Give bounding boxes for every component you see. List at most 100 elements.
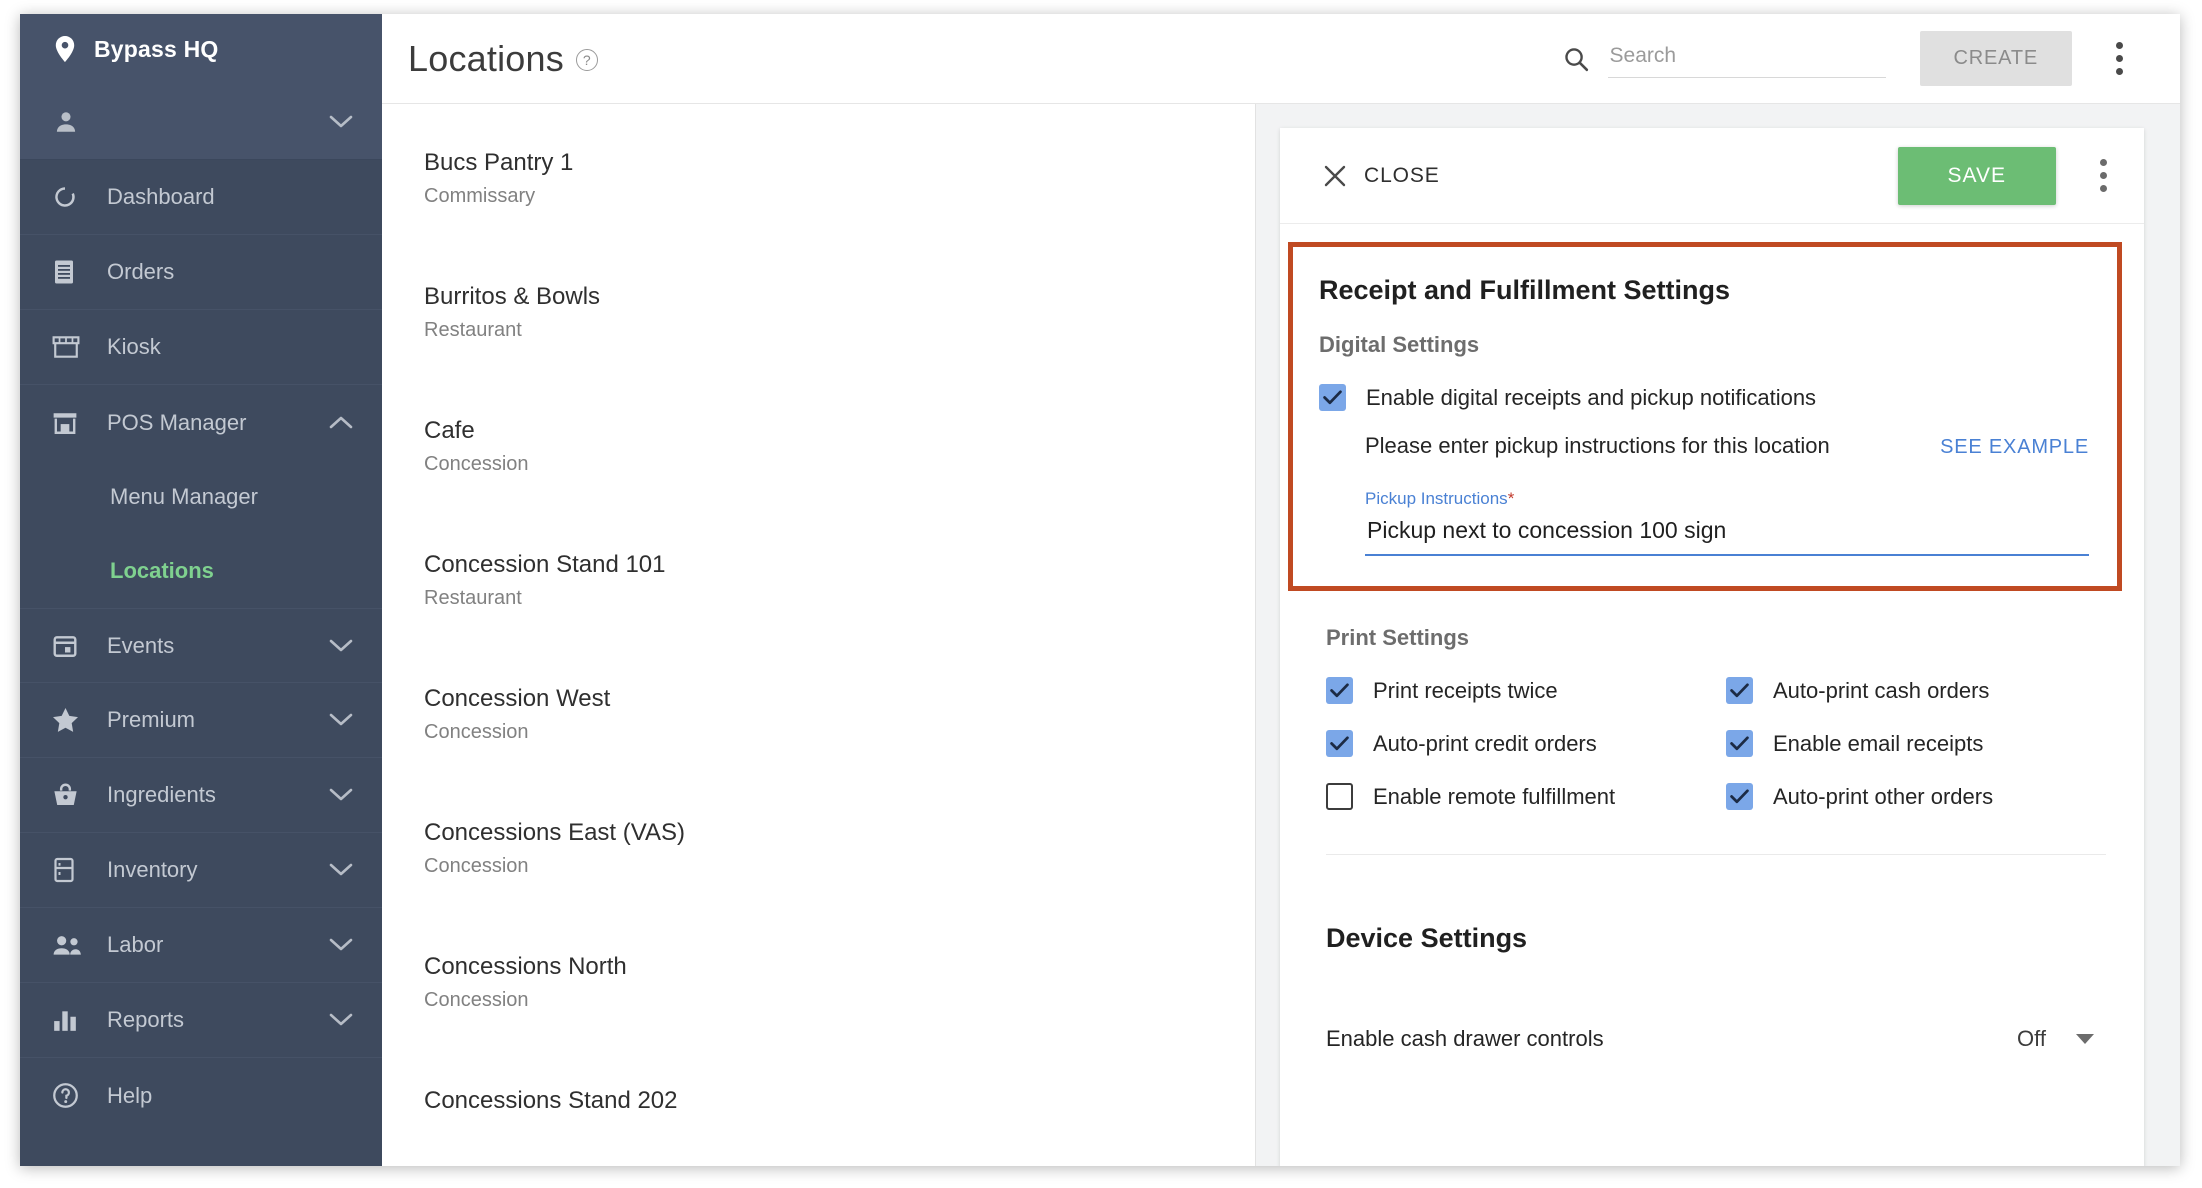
auto-print-credit-orders-row[interactable]: Auto-print credit orders (1326, 730, 1726, 757)
sidebar-item-label: Kiosk (107, 334, 161, 359)
pickup-instructions-field-label: Pickup Instructions (1365, 489, 1508, 508)
auto-print-other-orders-row[interactable]: Auto-print other orders (1726, 783, 2106, 810)
print-option-label: Auto-print other orders (1773, 783, 1994, 809)
sidebar-item-inventory[interactable]: Inventory (20, 833, 382, 908)
chevron-down-icon[interactable] (328, 707, 354, 733)
print-option-label: Enable email receipts (1773, 730, 1984, 756)
user-account-row[interactable] (20, 84, 382, 160)
sidebar-subitem-label: Menu Manager (110, 484, 258, 509)
page-title-text: Locations (408, 37, 564, 79)
chevron-up-icon[interactable] (328, 410, 354, 436)
list-item[interactable]: Concession Stand 101 Restaurant (424, 506, 1255, 640)
list-item[interactable]: Bucs Pantry 1 Commissary (424, 104, 1255, 238)
sidebar-item-label: Reports (107, 1007, 185, 1032)
sidebar-subitem-locations[interactable]: Locations (20, 534, 382, 608)
sidebar-item-label: POS Manager (107, 409, 247, 435)
auto-print-cash-orders-row[interactable]: Auto-print cash orders (1726, 677, 2106, 704)
sidebar-item-orders[interactable]: Orders (20, 235, 382, 310)
sidebar-item-pos-manager[interactable]: POS Manager (20, 385, 382, 460)
enable-email-receipts-checkbox[interactable] (1726, 730, 1753, 757)
bar-chart-icon (52, 1008, 82, 1032)
basket-icon (52, 783, 82, 807)
print-option-label: Enable remote fulfillment (1373, 783, 1616, 809)
kebab-menu-icon[interactable] (2102, 38, 2136, 80)
required-asterisk: * (1507, 489, 1515, 508)
list-item[interactable]: Concessions North Concession (424, 908, 1255, 1042)
sidebar-item-labor[interactable]: Labor (20, 908, 382, 983)
location-name: Concessions East (VAS) (424, 819, 685, 846)
kebab-menu-icon[interactable] (2086, 155, 2120, 197)
sidebar-item-reports[interactable]: Reports (20, 983, 382, 1058)
print-option-label: Auto-print credit orders (1373, 730, 1597, 756)
enable-digital-receipts-label: Enable digital receipts and pickup notif… (1366, 384, 1817, 410)
sidebar-item-dashboard[interactable]: Dashboard (20, 160, 382, 235)
close-button[interactable]: CLOSE (1318, 157, 1444, 195)
print-settings-grid: Print receipts twice Auto-print cash ord… (1326, 677, 2106, 810)
list-item[interactable]: Burritos & Bowls Restaurant (424, 238, 1255, 372)
enable-remote-fulfillment-row[interactable]: Enable remote fulfillment (1326, 783, 1726, 810)
body-area: Bucs Pantry 1 Commissary Burritos & Bowl… (382, 104, 2180, 1166)
sidebar-subitem-menu-manager[interactable]: Menu Manager (20, 460, 382, 534)
chevron-down-icon[interactable] (328, 932, 354, 958)
star-icon (52, 707, 82, 733)
list-item[interactable]: Concessions East (VAS) Concession (424, 774, 1255, 908)
sidebar: Bypass HQ Dashboard Orders Kiosk POS Man… (20, 14, 382, 1166)
app-window: Bypass HQ Dashboard Orders Kiosk POS Man… (20, 14, 2180, 1166)
see-example-link[interactable]: SEE EXAMPLE (1940, 436, 2089, 459)
close-x-icon (1322, 163, 1348, 189)
chevron-down-icon[interactable] (328, 109, 354, 135)
topbar: Locations? CREATE (382, 14, 2180, 104)
location-name: Cafe (424, 417, 475, 444)
inventory-icon (52, 857, 82, 883)
chevron-down-icon[interactable] (328, 633, 354, 659)
main-area: Locations? CREATE Bucs Pantry 1 Commissa… (382, 14, 2180, 1166)
list-item[interactable]: Concession West Concession (424, 640, 1255, 774)
orders-icon (52, 259, 82, 285)
search-input[interactable] (1607, 39, 1886, 78)
sidebar-item-ingredients[interactable]: Ingredients (20, 758, 382, 833)
sidebar-item-help[interactable]: Help (20, 1058, 382, 1133)
sidebar-item-premium[interactable]: Premium (20, 683, 382, 758)
chevron-down-icon[interactable] (328, 782, 354, 808)
sidebar-nav: Dashboard Orders Kiosk POS Manager Menu … (20, 160, 382, 1166)
location-type: Concession (424, 989, 529, 1011)
sidebar-item-kiosk[interactable]: Kiosk (20, 310, 382, 385)
print-settings-section: Print Settings Print receipts twice Auto… (1280, 591, 2144, 855)
enable-email-receipts-row[interactable]: Enable email receipts (1726, 730, 2106, 757)
sidebar-item-label: Ingredients (107, 782, 216, 807)
detail-panel: CLOSE SAVE Receipt and Fulfillment Setti… (1256, 104, 2180, 1166)
enable-remote-fulfillment-checkbox[interactable] (1326, 783, 1353, 810)
list-item[interactable]: Cafe Concession (424, 372, 1255, 506)
device-settings-section: Device Settings Enable cash drawer contr… (1280, 855, 2144, 1052)
chevron-down-icon[interactable] (2076, 1034, 2094, 1044)
cash-drawer-label: Enable cash drawer controls (1326, 1026, 1604, 1051)
chevron-down-icon[interactable] (328, 1007, 354, 1033)
enable-digital-receipts-row[interactable]: Enable digital receipts and pickup notif… (1319, 384, 2089, 411)
question-mark-icon[interactable]: ? (575, 48, 598, 71)
search-icon[interactable] (1562, 45, 1590, 73)
cash-drawer-row: Enable cash drawer controls Off (1326, 1026, 2094, 1052)
people-icon (52, 934, 82, 956)
pickup-instructions-input[interactable] (1365, 509, 2089, 556)
chevron-down-icon[interactable] (328, 857, 354, 883)
auto-print-credit-orders-checkbox[interactable] (1326, 730, 1353, 757)
sidebar-item-events[interactable]: Events (20, 608, 382, 683)
create-button[interactable]: CREATE (1919, 31, 2072, 86)
page-title: Locations? (408, 38, 598, 80)
save-button[interactable]: SAVE (1897, 146, 2056, 205)
cash-drawer-value[interactable]: Off (2017, 1026, 2046, 1052)
dashboard-icon (52, 184, 82, 210)
location-type: Restaurant (424, 587, 522, 609)
receipt-section-title: Receipt and Fulfillment Settings (1319, 275, 1731, 305)
list-item[interactable]: Concessions Stand 202 (424, 1042, 1255, 1166)
detail-card: CLOSE SAVE Receipt and Fulfillment Setti… (1280, 128, 2144, 1166)
sidebar-item-label: Dashboard (107, 184, 215, 209)
print-settings-subtitle: Print Settings (1326, 625, 1470, 650)
print-receipts-twice-checkbox[interactable] (1326, 677, 1353, 704)
enable-digital-receipts-checkbox[interactable] (1319, 384, 1346, 411)
auto-print-other-orders-checkbox[interactable] (1726, 783, 1753, 810)
auto-print-cash-orders-checkbox[interactable] (1726, 677, 1753, 704)
calendar-icon (52, 633, 82, 659)
print-receipts-twice-row[interactable]: Print receipts twice (1326, 677, 1726, 704)
brand-row[interactable]: Bypass HQ (20, 14, 382, 84)
